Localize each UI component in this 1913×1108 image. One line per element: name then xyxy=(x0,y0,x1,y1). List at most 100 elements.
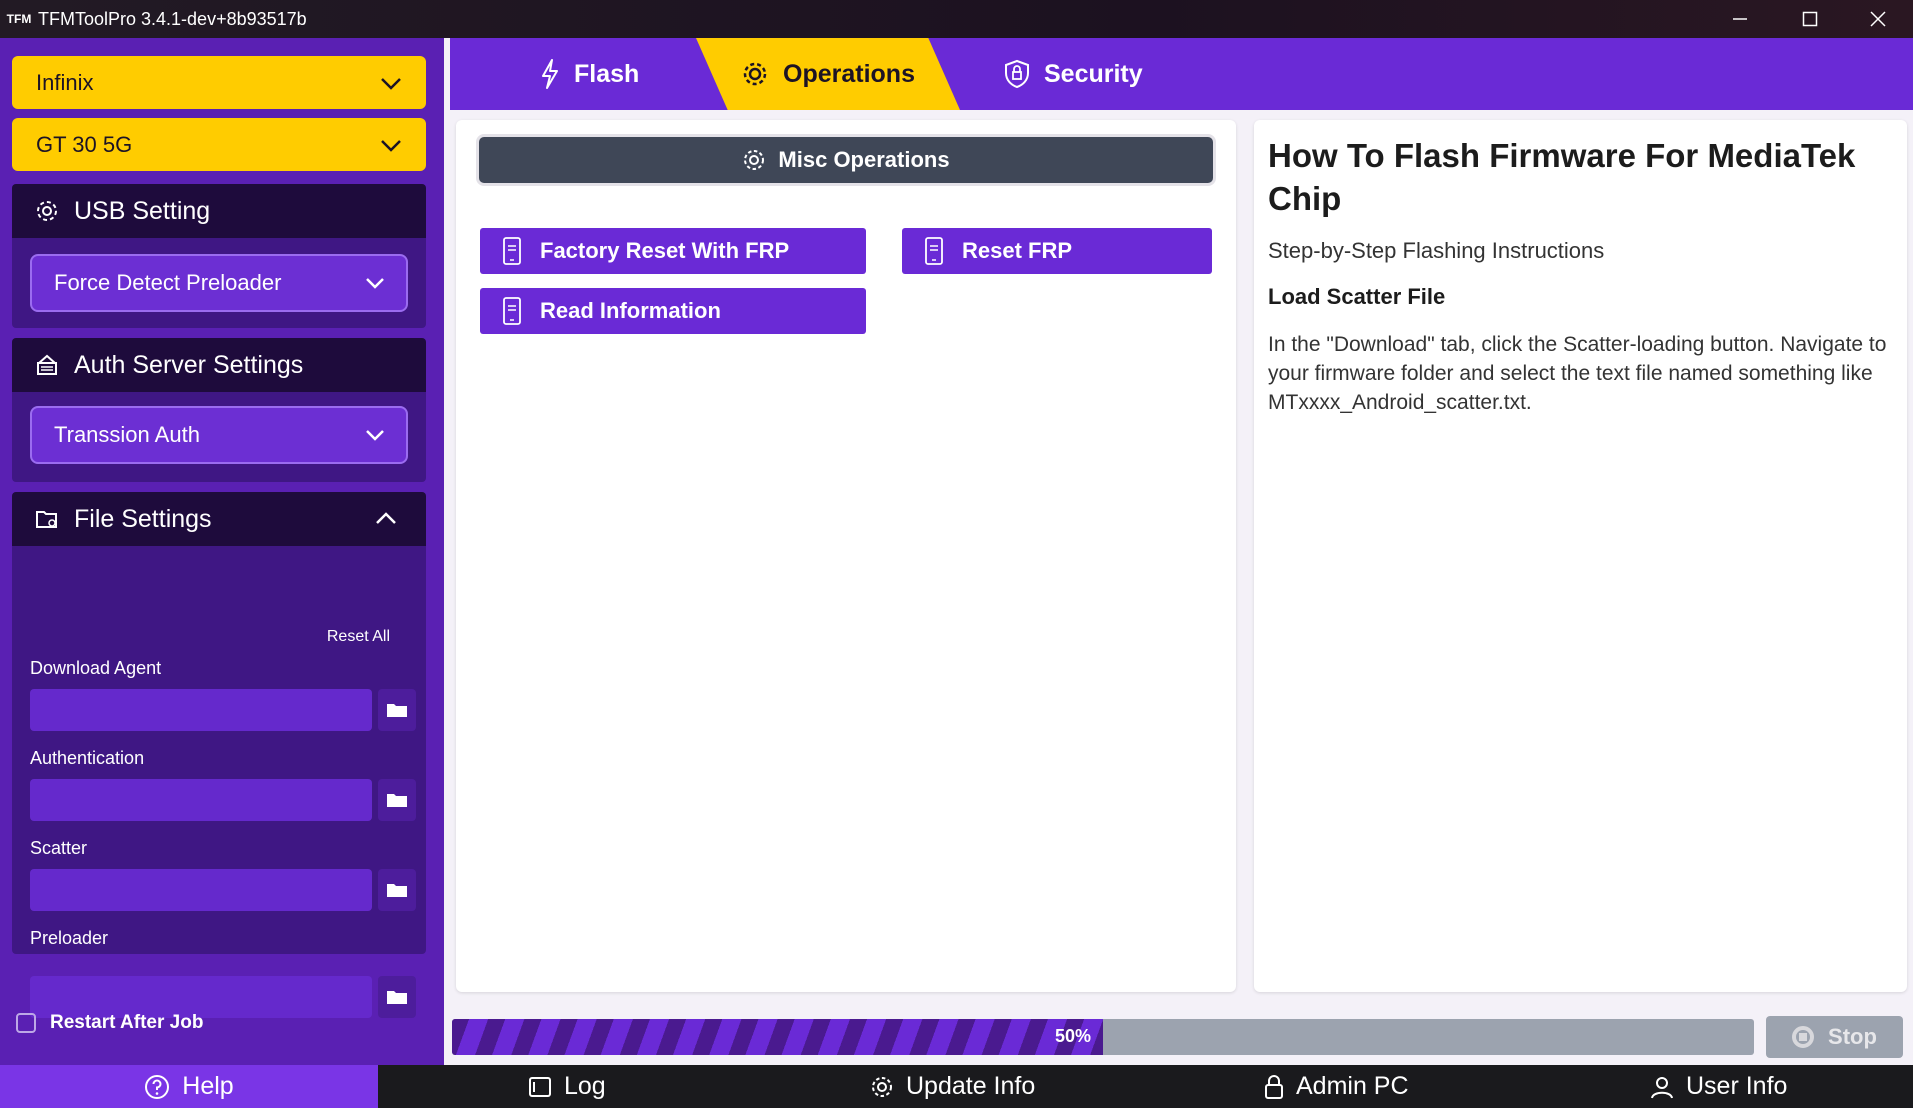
authentication-browse-button[interactable] xyxy=(378,779,416,821)
gear-icon xyxy=(870,1075,894,1099)
stop-button[interactable]: Stop xyxy=(1766,1016,1903,1058)
model-select-value: GT 30 5G xyxy=(36,131,133,157)
usb-setting-title: USB Setting xyxy=(74,196,211,225)
phone-icon xyxy=(502,237,522,265)
usb-setting-header[interactable]: USB Setting xyxy=(12,184,426,238)
tab-security-label: Security xyxy=(1044,59,1143,88)
chevron-down-icon xyxy=(381,140,401,152)
preloader-label: Preloader xyxy=(30,928,109,948)
tab-operations[interactable]: Operations xyxy=(696,38,960,110)
close-button[interactable] xyxy=(1843,0,1913,38)
tab-operations-label: Operations xyxy=(783,59,915,88)
help-label: Help xyxy=(182,1072,234,1100)
admin-pc-label: Admin PC xyxy=(1296,1072,1409,1100)
reset-all-link[interactable]: Reset All xyxy=(327,628,390,646)
reset-frp-label: Reset FRP xyxy=(962,238,1073,263)
folder-icon xyxy=(387,991,407,1004)
tab-flash[interactable]: Flash xyxy=(540,38,639,110)
admin-pc-button[interactable]: Admin PC xyxy=(1264,1065,1409,1108)
close-icon xyxy=(1870,11,1886,27)
authentication-label: Authentication xyxy=(30,748,145,768)
brand-select[interactable]: Infinix xyxy=(12,56,426,109)
log-icon xyxy=(528,1075,552,1099)
progress-fill xyxy=(452,1019,1103,1055)
restart-after-job-label: Restart After Job xyxy=(50,1012,204,1033)
reset-frp-button[interactable]: Reset FRP xyxy=(902,228,1212,274)
download-agent-input[interactable] xyxy=(30,689,372,731)
shield-lock-icon xyxy=(1004,59,1030,89)
chevron-down-icon xyxy=(366,278,384,289)
sidebar: Infinix GT 30 5G USB Setting Force Detec… xyxy=(0,38,444,1065)
maximize-icon xyxy=(1802,11,1818,27)
main-area: Flash Operations Security Misc Operation… xyxy=(444,38,1913,1065)
download-agent-browse-button[interactable] xyxy=(378,689,416,731)
auth-server-header[interactable]: Auth Server Settings xyxy=(12,338,426,392)
guide-panel: How To Flash Firmware For MediaTek Chip … xyxy=(1254,120,1907,992)
guide-title: How To Flash Firmware For MediaTek Chip xyxy=(1268,137,1856,217)
checkbox-icon xyxy=(16,1013,36,1033)
minimize-button[interactable] xyxy=(1705,0,1775,38)
restart-after-job-checkbox[interactable]: Restart After Job xyxy=(16,1012,203,1034)
factory-reset-frp-label: Factory Reset With FRP xyxy=(540,238,790,263)
window-title: TFMToolPro 3.4.1-dev+8b93517b xyxy=(38,8,307,29)
log-label: Log xyxy=(564,1072,606,1100)
read-information-button[interactable]: Read Information xyxy=(480,288,866,334)
help-icon xyxy=(144,1074,170,1100)
title-bar: TFM TFMToolPro 3.4.1-dev+8b93517b xyxy=(0,0,1913,38)
file-settings-title: File Settings xyxy=(74,504,212,533)
lock-icon xyxy=(1264,1074,1284,1100)
gear-icon xyxy=(742,148,766,172)
folder-icon xyxy=(387,704,407,717)
update-info-label: Update Info xyxy=(906,1072,1036,1100)
usb-mode-select[interactable]: Force Detect Preloader xyxy=(30,254,408,312)
chevron-up-icon[interactable] xyxy=(374,508,398,530)
file-settings-header[interactable]: File Settings xyxy=(12,492,426,546)
phone-icon xyxy=(924,237,944,265)
misc-operations-header: Misc Operations xyxy=(476,134,1216,186)
folder-icon xyxy=(387,884,407,897)
auth-server-value: Transsion Auth xyxy=(54,422,200,447)
folder-settings-icon xyxy=(34,506,60,532)
guide-subtitle: Step-by-Step Flashing Instructions xyxy=(1268,238,1605,263)
file-settings-body: Reset All Download Agent Authentication … xyxy=(12,546,426,954)
tab-security[interactable]: Security xyxy=(1004,38,1143,110)
log-button[interactable]: Log xyxy=(528,1065,606,1108)
scatter-input[interactable] xyxy=(30,869,372,911)
factory-reset-frp-button[interactable]: Factory Reset With FRP xyxy=(480,228,866,274)
gear-icon xyxy=(741,60,769,88)
download-agent-label: Download Agent xyxy=(30,658,162,678)
app-logo-icon: TFM xyxy=(6,12,32,26)
scatter-label: Scatter xyxy=(30,838,88,858)
brand-select-value: Infinix xyxy=(36,69,94,95)
gear-icon xyxy=(34,198,60,224)
progress-label: 50% xyxy=(1055,1026,1092,1046)
auth-server-select[interactable]: Transsion Auth xyxy=(30,406,408,464)
lightning-icon xyxy=(540,59,560,89)
auth-server-title: Auth Server Settings xyxy=(74,350,304,379)
misc-operations-title: Misc Operations xyxy=(778,147,950,172)
scatter-browse-button[interactable] xyxy=(378,869,416,911)
minimize-icon xyxy=(1733,18,1747,20)
usb-mode-value: Force Detect Preloader xyxy=(54,270,282,295)
tab-bar: Flash Operations Security xyxy=(450,38,1913,110)
server-icon xyxy=(34,352,60,378)
bottom-nav: Help Log Update Info Admin PC User Info xyxy=(0,1065,1913,1108)
chevron-down-icon xyxy=(366,430,384,441)
stop-label: Stop xyxy=(1828,1024,1877,1049)
update-info-button[interactable]: Update Info xyxy=(870,1065,1035,1108)
maximize-button[interactable] xyxy=(1775,0,1845,38)
help-button[interactable]: Help xyxy=(0,1065,378,1108)
user-info-button[interactable]: User Info xyxy=(1650,1065,1787,1108)
user-icon xyxy=(1650,1075,1674,1099)
preloader-browse-button[interactable] xyxy=(378,976,416,1018)
tab-flash-label: Flash xyxy=(574,59,640,88)
usb-setting-body: Force Detect Preloader xyxy=(12,238,426,328)
folder-icon xyxy=(387,794,407,807)
stop-icon xyxy=(1792,1026,1815,1048)
user-info-label: User Info xyxy=(1686,1072,1788,1100)
auth-server-body: Transsion Auth xyxy=(12,392,426,482)
authentication-input[interactable] xyxy=(30,779,372,821)
operations-panel: Misc Operations Factory Reset With FRP R… xyxy=(456,120,1236,992)
progress-bar: 50% xyxy=(452,1019,1754,1055)
model-select[interactable]: GT 30 5G xyxy=(12,118,426,171)
